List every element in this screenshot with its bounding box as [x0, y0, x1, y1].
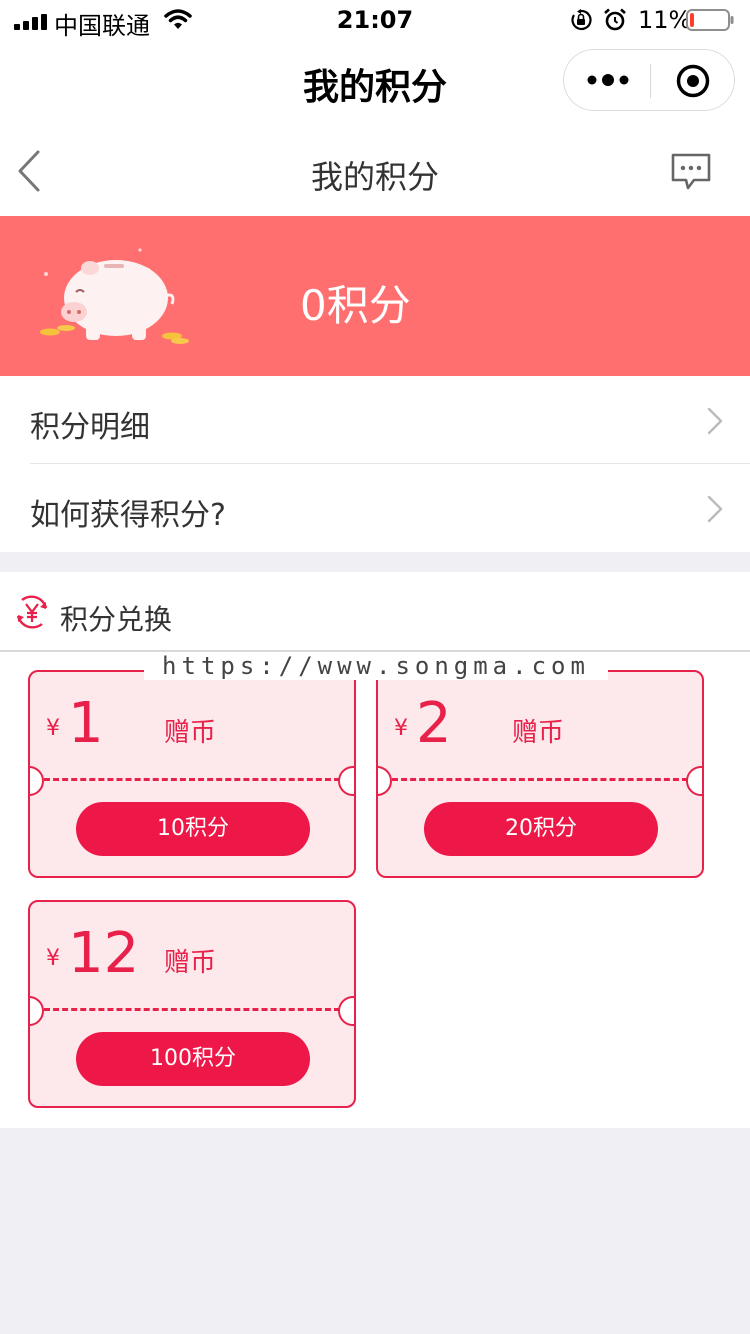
coupon-currency: ¥ — [46, 946, 60, 971]
orientation-lock-icon — [571, 9, 592, 31]
chevron-right-icon — [707, 407, 723, 435]
more-dots-icon[interactable] — [586, 72, 630, 88]
battery-icon — [686, 9, 734, 31]
menu-item-how-to-earn[interactable]: 如何获得积分? — [0, 464, 750, 552]
alarm-icon — [604, 8, 626, 31]
page-title: 我的积分 — [310, 158, 439, 196]
target-icon[interactable] — [676, 64, 710, 98]
capsule-menu — [563, 49, 735, 111]
coupon-notch — [338, 996, 354, 1026]
message-icon[interactable] — [670, 152, 712, 192]
coupon-amount: 2 — [416, 691, 452, 756]
points-exchange-section: 积分兑换 ¥ 1 赠币 10积分 ¥ 2 赠币 20积分 ¥ 12 赠币 100… — [0, 572, 750, 1128]
coupon-notch — [378, 766, 392, 796]
points-banner: 0积分 — [0, 216, 750, 376]
coupon-notch — [30, 996, 44, 1026]
coupon-currency: ¥ — [46, 716, 60, 741]
coupon-notch — [30, 766, 44, 796]
menu-item-label: 如何获得积分? — [30, 498, 226, 533]
coupon-type: 赠币 — [164, 948, 217, 978]
coupon-notch — [338, 766, 354, 796]
coupon-type: 赠币 — [164, 718, 217, 748]
status-bar: 中国联通 21:07 11% — [0, 0, 750, 40]
yen-exchange-icon — [16, 595, 48, 629]
menu-item-points-detail[interactable]: 积分明细 — [0, 376, 750, 464]
coupon-amount: 1 — [68, 691, 104, 756]
page-header: 我的积分 — [0, 126, 750, 216]
chevron-right-icon — [707, 495, 723, 523]
menu-item-label: 积分明细 — [30, 410, 150, 445]
miniprogram-nav-bar: 我的积分 — [0, 40, 750, 126]
watermark-url: https://www.songma.com — [144, 652, 608, 680]
battery-percent: 11% — [638, 6, 692, 34]
redeem-button[interactable]: 100积分 — [76, 1032, 310, 1086]
piggy-bank-icon — [40, 248, 189, 344]
exchange-header: 积分兑换 — [0, 572, 750, 652]
coupon-amount: 12 — [68, 921, 140, 986]
coupon-card: ¥ 12 赠币 100积分 — [28, 900, 356, 1108]
coupon-dashed-divider — [44, 778, 340, 781]
coupon-dashed-divider — [44, 1008, 340, 1011]
points-menu: 积分明细 如何获得积分? — [0, 376, 750, 552]
coupon-type: 赠币 — [512, 718, 565, 748]
redeem-button[interactable]: 10积分 — [76, 802, 310, 856]
redeem-button[interactable]: 20积分 — [424, 802, 658, 856]
exchange-title: 积分兑换 — [60, 603, 173, 636]
coupon-dashed-divider — [392, 778, 688, 781]
capsule-divider — [650, 64, 651, 98]
coupon-card: ¥ 2 赠币 20积分 — [376, 670, 704, 878]
coupon-card: ¥ 1 赠币 10积分 — [28, 670, 356, 878]
coupon-notch — [686, 766, 702, 796]
coupon-currency: ¥ — [394, 716, 408, 741]
points-total: 0积分 — [300, 281, 411, 330]
